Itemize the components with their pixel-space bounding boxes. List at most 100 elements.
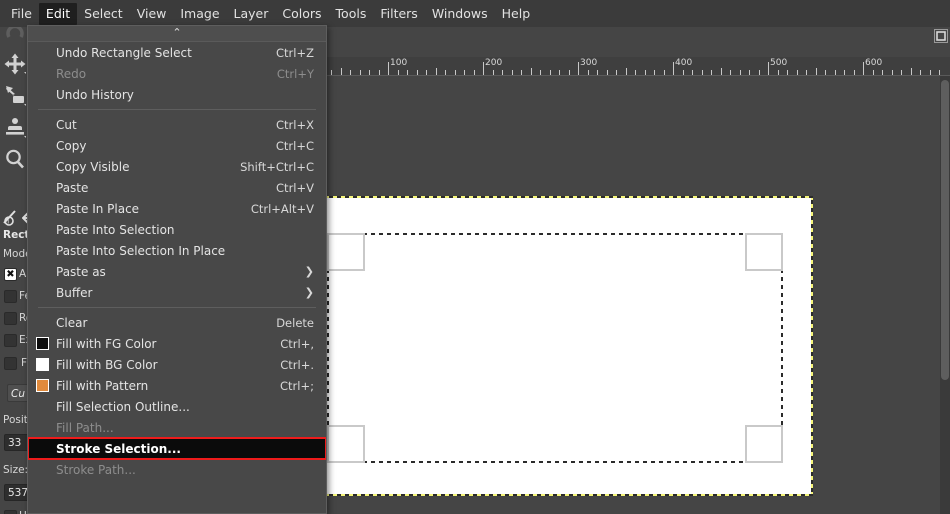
ruler-tick	[702, 70, 703, 75]
menu-item-label: Paste	[56, 180, 89, 195]
menu-item-accelerator: Ctrl+Y	[276, 66, 314, 81]
menu-item-undo-history[interactable]: Undo History	[28, 84, 326, 105]
ruler-tick	[464, 70, 465, 75]
ruler-tick	[426, 70, 427, 75]
ruler-tick	[597, 70, 598, 75]
ruler-tick	[854, 70, 855, 75]
ruler-tick	[502, 70, 503, 75]
menu-item-label: Fill Path...	[56, 420, 114, 435]
menu-item-clear[interactable]: Clear Delete	[28, 312, 326, 333]
menu-item-accelerator: Shift+Ctrl+C	[240, 159, 314, 174]
menu-item-redo: Redo Ctrl+Y	[28, 63, 326, 84]
menu-item-label: Buffer	[56, 285, 93, 300]
ruler-tick	[920, 70, 921, 75]
menubar-item-windows[interactable]: Windows	[425, 3, 495, 25]
menubar-item-view[interactable]: View	[130, 3, 174, 25]
menu-item-label: Cut	[56, 117, 77, 132]
menu-item-fill-with-pattern[interactable]: Fill with Pattern Ctrl+;	[28, 375, 326, 396]
ruler-tick	[569, 70, 570, 75]
menubar-item-tools[interactable]: Tools	[329, 3, 374, 25]
menu-item-paste-in-place[interactable]: Paste In Place Ctrl+Alt+V	[28, 198, 326, 219]
color-swatch-icon	[36, 337, 49, 350]
ruler-tick	[711, 70, 712, 75]
menu-item-label: Undo History	[56, 87, 134, 102]
ruler-tick	[911, 68, 912, 75]
menu-item-undo-rectangle-select[interactable]: Undo Rectangle Select Ctrl+Z	[28, 42, 326, 63]
ruler-tick	[455, 70, 456, 75]
menu-item-fill-with-bg-color[interactable]: Fill with BG Color Ctrl+.	[28, 354, 326, 375]
menubar-item-select[interactable]: Select	[77, 3, 130, 25]
ruler-tick	[939, 70, 940, 75]
menu-item-accelerator: Ctrl+,	[280, 336, 314, 351]
vertical-scrollbar-thumb[interactable]	[941, 80, 949, 380]
tool-options-icon[interactable]: i	[2, 210, 20, 229]
menu-item-paste-into-selection-in-place[interactable]: Paste Into Selection In Place	[28, 240, 326, 261]
ruler-tick	[654, 70, 655, 75]
menu-item-label: Copy	[56, 138, 87, 153]
menu-item-label: Fill with BG Color	[56, 357, 158, 372]
menu-item-stroke-selection[interactable]: Stroke Selection...	[28, 437, 326, 460]
menu-item-cut[interactable]: Cut Ctrl+X	[28, 114, 326, 135]
image-canvas[interactable]	[326, 197, 812, 495]
ruler-label: 500	[770, 58, 788, 68]
ruler-tick	[331, 70, 332, 75]
menu-item-label: Clear	[56, 315, 88, 330]
quick-mask-icon[interactable]	[934, 29, 948, 43]
vertical-scrollbar[interactable]	[940, 76, 950, 514]
menubar-item-image[interactable]: Image	[173, 3, 226, 25]
position-label: Positio	[3, 414, 30, 426]
ruler-tick	[341, 68, 342, 75]
menu-item-accelerator: Ctrl+X	[276, 117, 314, 132]
menu-item-label: Paste In Place	[56, 201, 140, 216]
ruler-label: 300	[580, 58, 598, 68]
checkbox-highlight-label: Hi	[0, 510, 30, 514]
menu-item-paste-as[interactable]: Paste as ❯	[28, 261, 326, 282]
menu-item-fill-with-fg-color[interactable]: Fill with FG Color Ctrl+,	[28, 333, 326, 354]
perspective-tool-icon[interactable]	[3, 83, 27, 107]
ruler-tick	[844, 70, 845, 75]
menubar-item-file[interactable]: File	[4, 3, 39, 25]
menubar-item-edit[interactable]: Edit	[38, 2, 78, 25]
menubar-item-filters[interactable]: Filters	[373, 3, 424, 25]
menu-item-label: Redo	[56, 66, 87, 81]
menu-item-label: Copy Visible	[56, 159, 130, 174]
color-swatch-icon	[36, 358, 49, 371]
menu-item-label: Stroke Path...	[56, 462, 136, 477]
tool-options-title: Recta	[3, 229, 30, 241]
menu-item-accelerator: Ctrl+.	[280, 357, 314, 372]
ruler-tick	[835, 70, 836, 75]
tool-options-mode-label: Mode:	[3, 248, 30, 260]
ruler-tick	[445, 70, 446, 75]
ruler-tick	[474, 70, 475, 75]
zoom-tool-icon[interactable]	[3, 147, 27, 171]
move-tool-icon[interactable]	[3, 52, 27, 76]
chevron-right-icon: ❯	[304, 286, 314, 299]
align-tool-icon[interactable]	[3, 115, 27, 139]
menu-item-paste[interactable]: Paste Ctrl+V	[28, 177, 326, 198]
ruler-tick	[521, 70, 522, 75]
ruler-tick	[759, 70, 760, 75]
ruler-tick	[540, 70, 541, 75]
menu-item-buffer[interactable]: Buffer ❯	[28, 282, 326, 303]
tool-options-panel: i Recta Mode: ✖ An Fe Ro Ex F Cu Positio…	[0, 208, 30, 514]
ruler-tick	[683, 70, 684, 75]
menu-scroll-up-arrow[interactable]: ⌃	[28, 26, 326, 42]
menubar-item-layer[interactable]: Layer	[227, 3, 276, 25]
menu-item-fill-selection-outline[interactable]: Fill Selection Outline...	[28, 396, 326, 417]
menubar-item-colors[interactable]: Colors	[275, 3, 328, 25]
ruler-tick	[360, 70, 361, 75]
ruler-tick	[749, 70, 750, 75]
ruler-tick	[645, 70, 646, 75]
edit-menu-items: Undo Rectangle Select Ctrl+Z Redo Ctrl+Y Und…	[28, 42, 326, 480]
menu-item-accelerator: Ctrl+Alt+V	[250, 201, 314, 216]
size-label: Size:	[3, 464, 29, 476]
menu-item-label: Paste Into Selection	[56, 222, 175, 237]
menu-item-accelerator: Delete	[276, 315, 314, 330]
menu-item-copy[interactable]: Copy Ctrl+C	[28, 135, 326, 156]
chevron-right-icon: ❯	[304, 265, 314, 278]
ruler-tick	[882, 70, 883, 75]
menubar-item-help[interactable]: Help	[495, 3, 538, 25]
menu-item-paste-into-selection[interactable]: Paste Into Selection	[28, 219, 326, 240]
menu-item-copy-visible[interactable]: Copy Visible Shift+Ctrl+C	[28, 156, 326, 177]
ruler-tick	[407, 70, 408, 75]
